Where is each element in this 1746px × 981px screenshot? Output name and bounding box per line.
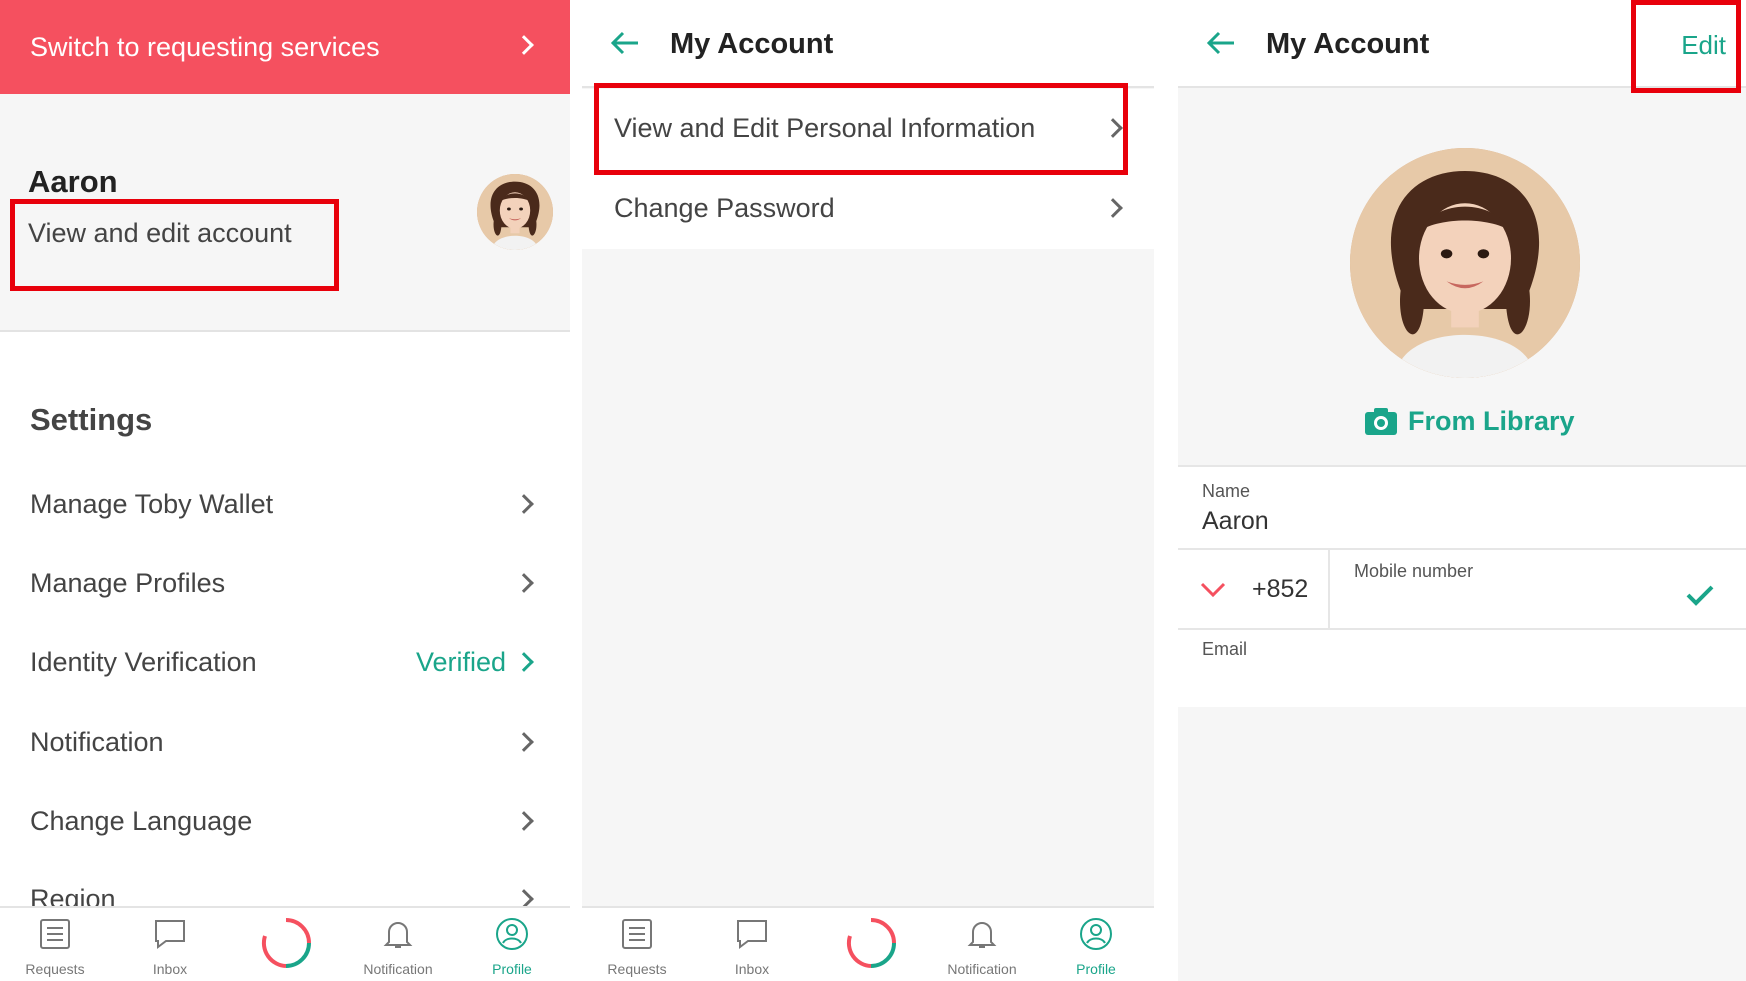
chat-icon xyxy=(155,920,185,949)
mobile-number-label: Mobile number xyxy=(1354,561,1474,581)
header: My Account Edit xyxy=(1178,0,1746,88)
chevron-right-icon xyxy=(1103,198,1123,218)
tab-profile[interactable]: Profile xyxy=(462,908,562,981)
tab-inbox[interactable]: Inbox xyxy=(120,908,220,981)
tab-inbox[interactable]: Inbox xyxy=(702,908,802,981)
settings-item-manage-profiles[interactable]: Manage Profiles xyxy=(0,554,570,614)
tab-label: Requests xyxy=(607,961,667,977)
personal-info-form: Name Aaron +852 Mobile number Email xyxy=(1178,465,1746,707)
chevron-right-icon xyxy=(514,732,534,752)
settings-heading: Settings xyxy=(30,402,153,437)
tab-requests[interactable]: Requests xyxy=(5,908,105,981)
chevron-right-icon xyxy=(514,811,534,831)
settings-item-label: Notification xyxy=(30,727,164,757)
tab-label: Inbox xyxy=(152,961,188,977)
camera-icon xyxy=(1365,408,1397,435)
switch-to-requesting-banner[interactable]: Switch to requesting services xyxy=(0,0,570,94)
switch-banner-label: Switch to requesting services xyxy=(30,32,380,62)
check-icon xyxy=(1686,585,1714,606)
settings-item-identity-verification[interactable]: Identity Verification Verified xyxy=(0,633,570,693)
list-icon xyxy=(622,919,652,949)
tab-label: Profile xyxy=(492,961,532,977)
menu-item-label: Change Password xyxy=(614,193,835,223)
chevron-down-icon[interactable] xyxy=(1200,582,1226,598)
bell-icon xyxy=(383,922,413,948)
from-library-label: From Library xyxy=(1408,406,1575,436)
loading-ring-icon xyxy=(261,918,311,968)
settings-item-label: Manage Toby Wallet xyxy=(30,489,274,519)
user-name: Aaron xyxy=(28,164,118,199)
settings-item-label: Identity Verification xyxy=(30,647,257,677)
bottom-tab-bar: Requests Inbox Notification Profile xyxy=(582,906,1154,981)
chevron-right-icon xyxy=(514,573,534,593)
divider xyxy=(1328,550,1330,628)
back-arrow-icon[interactable] xyxy=(610,28,640,58)
settings-item-label: Manage Profiles xyxy=(30,568,226,598)
divider xyxy=(1178,548,1746,550)
back-arrow-icon[interactable] xyxy=(1206,28,1236,58)
tab-center-action[interactable] xyxy=(821,908,921,981)
tab-label: Notification xyxy=(363,961,433,977)
country-code-select[interactable]: +852 xyxy=(1252,575,1308,604)
tab-notification[interactable]: Notification xyxy=(932,908,1032,981)
chevron-right-icon xyxy=(1103,118,1123,138)
settings-panel: Switch to requesting services Aaron View… xyxy=(0,0,570,981)
chevron-right-icon xyxy=(514,494,534,514)
personal-info-panel: My Account Edit From Library Name Aaron … xyxy=(1178,0,1746,981)
divider xyxy=(1178,628,1746,630)
name-field[interactable]: Aaron xyxy=(1202,507,1269,536)
my-account-menu-panel: My Account View and Edit Personal Inform… xyxy=(582,0,1154,981)
avatar xyxy=(1350,148,1580,378)
tab-center-action[interactable] xyxy=(236,908,336,981)
page-title: My Account xyxy=(1266,28,1430,60)
profile-summary: Aaron View and edit account xyxy=(0,94,570,332)
page-title: My Account xyxy=(670,28,834,60)
settings-item-manage-wallet[interactable]: Manage Toby Wallet xyxy=(0,475,570,535)
tab-notification[interactable]: Notification xyxy=(348,908,448,981)
settings-item-notification[interactable]: Notification xyxy=(0,713,570,773)
change-password-item[interactable]: Change Password xyxy=(582,169,1154,249)
tab-label: Profile xyxy=(1076,961,1116,977)
tab-requests[interactable]: Requests xyxy=(587,908,687,981)
edit-button[interactable]: Edit xyxy=(1681,30,1726,61)
chevron-right-icon xyxy=(514,652,534,672)
bell-icon xyxy=(967,922,997,948)
chat-icon xyxy=(737,920,767,949)
menu-item-label: View and Edit Personal Information xyxy=(614,113,1036,143)
view-edit-personal-info-item[interactable]: View and Edit Personal Information xyxy=(582,89,1154,169)
profile-icon xyxy=(496,918,528,950)
view-edit-account-link[interactable]: View and edit account xyxy=(28,218,292,249)
name-label: Name xyxy=(1202,481,1251,501)
profile-icon xyxy=(1080,918,1112,950)
tab-label: Notification xyxy=(947,961,1017,977)
tab-profile[interactable]: Profile xyxy=(1046,908,1146,981)
bottom-tab-bar: Requests Inbox Notification Profile xyxy=(0,906,570,981)
tab-label: Requests xyxy=(25,961,85,977)
settings-item-label: Change Language xyxy=(30,806,253,836)
loading-ring-icon xyxy=(846,918,896,968)
settings-item-change-language[interactable]: Change Language xyxy=(0,792,570,852)
verified-status: Verified xyxy=(415,647,506,677)
avatar xyxy=(477,174,553,250)
email-label: Email xyxy=(1202,639,1248,659)
chevron-right-icon xyxy=(514,35,534,55)
header: My Account xyxy=(582,0,1154,88)
list-icon xyxy=(40,919,70,949)
tab-label: Inbox xyxy=(734,961,770,977)
